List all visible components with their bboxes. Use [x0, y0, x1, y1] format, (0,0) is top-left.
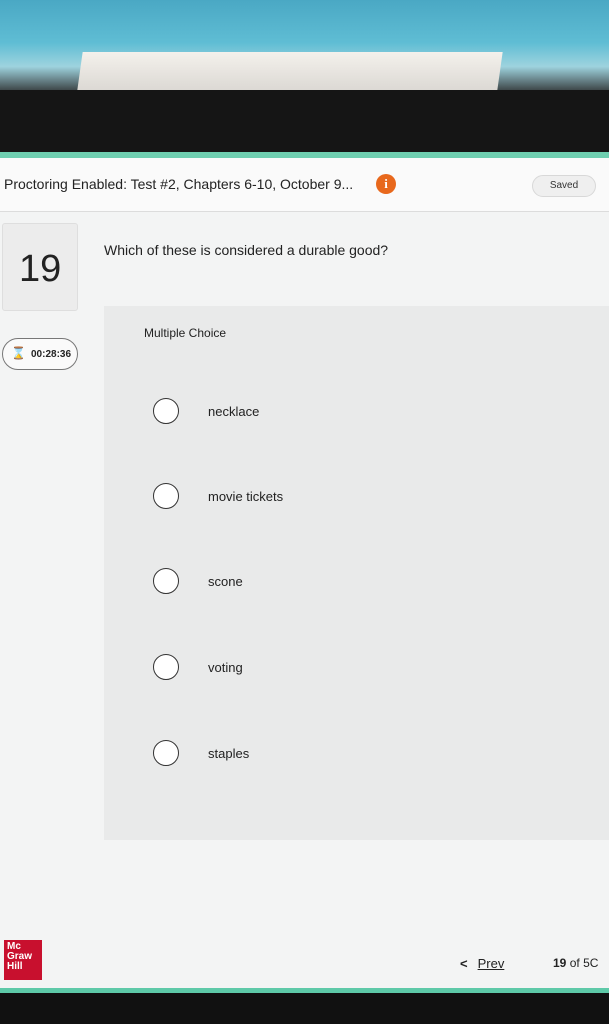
answer-option[interactable]: voting — [148, 648, 568, 688]
answer-option-label: movie tickets — [208, 489, 284, 504]
prev-label: Prev — [477, 956, 505, 971]
timer[interactable]: ⌛ 00:28:36 — [2, 338, 78, 370]
logo-line: Hill — [7, 961, 23, 972]
prev-button[interactable]: < Prev — [460, 956, 504, 971]
answer-option[interactable]: movie tickets — [148, 477, 568, 517]
info-icon[interactable]: i — [376, 174, 396, 194]
answer-option-label: necklace — [208, 404, 260, 419]
question-number-box: 19 — [2, 223, 78, 311]
timer-value: 00:28:36 — [31, 349, 72, 360]
hourglass-icon: ⌛ — [11, 346, 26, 360]
radio-button[interactable] — [153, 740, 179, 766]
question-type-label: Multiple Choice — [144, 326, 227, 340]
answer-option[interactable]: scone — [148, 562, 568, 602]
total-pages: 5C — [583, 956, 599, 970]
photo-background — [0, 0, 609, 95]
saved-status-badge: Saved — [532, 175, 596, 197]
answer-option[interactable]: necklace — [148, 392, 568, 432]
answer-option-label: staples — [208, 746, 250, 761]
question-text: Which of these is considered a durable g… — [104, 242, 389, 258]
radio-button[interactable] — [153, 568, 179, 594]
header-bar: Proctoring Enabled: Test #2, Chapters 6-… — [0, 158, 609, 212]
page-indicator[interactable]: 19 of 5C — [553, 956, 598, 970]
mcgraw-hill-logo: Mc Graw Hill — [4, 940, 42, 980]
answer-option-label: voting — [208, 660, 243, 675]
radio-button[interactable] — [153, 398, 179, 424]
radio-button[interactable] — [153, 483, 179, 509]
question-number: 19 — [19, 248, 62, 290]
chevron-left-icon: < — [460, 956, 468, 971]
radio-button[interactable] — [153, 654, 179, 680]
monitor-bezel-bottom — [0, 988, 609, 1024]
answer-option[interactable]: staples — [148, 734, 568, 774]
monitor-bezel-top — [0, 90, 609, 154]
paper — [77, 52, 503, 90]
of-label: of — [569, 956, 580, 970]
multiple-choice-panel: Multiple Choice necklace movie tickets s… — [104, 306, 609, 840]
test-title: Proctoring Enabled: Test #2, Chapters 6-… — [4, 176, 354, 192]
screen: Proctoring Enabled: Test #2, Chapters 6-… — [0, 152, 609, 988]
current-page: 19 — [553, 956, 567, 970]
answer-option-label: scone — [208, 574, 243, 589]
